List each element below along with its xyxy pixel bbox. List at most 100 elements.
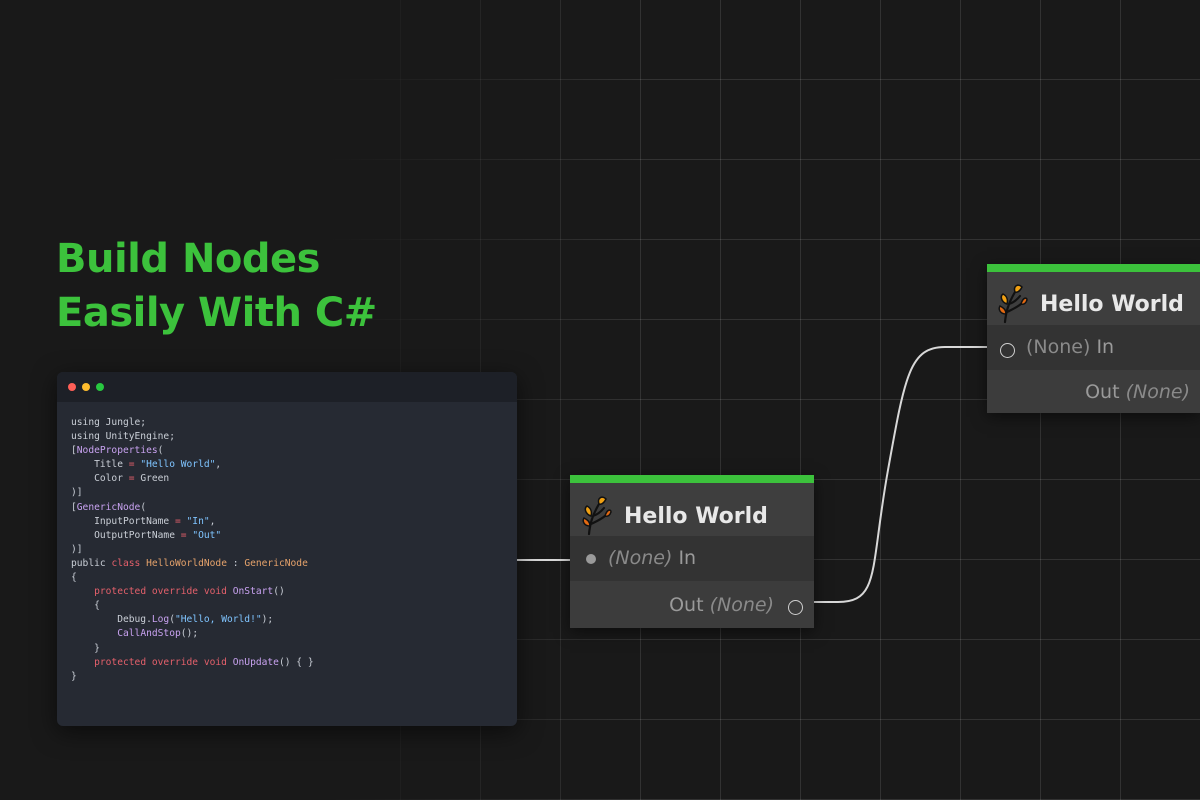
code-token: Color xyxy=(71,473,129,485)
hello-world-node-1[interactable]: Hello World (None) In Out (None) xyxy=(570,475,814,628)
code-token: () { } xyxy=(278,656,314,668)
code-line: } xyxy=(71,670,503,684)
code-line: [GenericNode( xyxy=(71,501,503,515)
code-token: )] xyxy=(71,487,83,499)
code-line: Color = Green xyxy=(71,472,503,486)
input-port-name: In xyxy=(678,547,697,569)
input-port-row[interactable]: (None) In xyxy=(570,536,814,581)
code-token: ); xyxy=(261,614,274,626)
code-token: public xyxy=(71,557,112,569)
code-token: , xyxy=(215,459,222,471)
node-title: Hello World xyxy=(1040,292,1184,317)
output-port-row[interactable]: Out (None) xyxy=(570,581,814,628)
code-line: using UnityEngine; xyxy=(71,430,503,444)
input-port-label: (None) In xyxy=(608,547,696,569)
code-token: ( xyxy=(157,445,164,457)
code-line: { xyxy=(71,599,503,613)
headline-line-2: Easily With C# xyxy=(56,290,377,336)
input-port-type: (None) xyxy=(1026,336,1091,358)
code-token: protected override void xyxy=(94,586,227,598)
code-line: )] xyxy=(71,543,503,557)
open-port-icon[interactable] xyxy=(1000,343,1015,358)
code-line: Title = "Hello World", xyxy=(71,458,503,472)
code-token: OutputPortName xyxy=(71,529,181,541)
code-line: InputPortName = "In", xyxy=(71,515,503,529)
code-line: )] xyxy=(71,486,503,500)
node-header[interactable]: Hello World xyxy=(570,483,814,536)
output-port-type: (None) xyxy=(1125,381,1190,403)
code-token: CallAndStop xyxy=(117,628,181,640)
hello-world-node-2[interactable]: Hello World (None) In Out (None) xyxy=(987,264,1200,413)
output-port-row[interactable]: Out (None) xyxy=(987,370,1200,413)
maximize-window-dot-icon[interactable] xyxy=(96,383,104,391)
code-block: using Jungle; using UnityEngine; [NodeProp… xyxy=(57,402,517,698)
code-token: )] xyxy=(71,543,83,555)
code-token: HelloWorldNode xyxy=(146,557,227,569)
code-token: using Jungle; xyxy=(71,417,147,428)
code-line: using Jungle; xyxy=(71,416,503,430)
code-token: } xyxy=(71,642,100,654)
close-window-dot-icon[interactable] xyxy=(68,383,76,391)
code-token: { xyxy=(71,600,100,612)
code-line: CallAndStop(); xyxy=(71,627,503,641)
code-token: Debug. xyxy=(71,614,152,626)
code-line: } xyxy=(71,642,503,656)
leaf-icon xyxy=(998,284,1028,324)
code-line: public class HelloWorldNode : GenericNod… xyxy=(71,557,503,571)
code-token: GenericNode xyxy=(244,557,308,569)
open-port-icon[interactable] xyxy=(788,600,803,615)
code-token: OnUpdate xyxy=(232,656,279,668)
code-token: Log xyxy=(151,614,170,626)
code-line: { xyxy=(71,571,503,585)
node-title: Hello World xyxy=(624,504,768,529)
node-to-node-wire xyxy=(804,346,990,603)
code-token: "In" xyxy=(186,515,210,527)
input-port-label: (None) In xyxy=(1026,336,1114,358)
headline: Build Nodes Easily With C# xyxy=(56,232,377,340)
code-editor-window: using Jungle; using UnityEngine; [NodeProp… xyxy=(57,372,517,726)
code-token: ( xyxy=(140,501,147,513)
code-token: using UnityEngine; xyxy=(71,431,175,443)
code-token: OnStart xyxy=(232,586,274,598)
code-token: InputPortName xyxy=(71,515,175,527)
code-token: (); xyxy=(180,628,199,640)
code-token: GenericNode xyxy=(76,501,141,513)
code-line: protected override void OnUpdate() { } xyxy=(71,656,503,670)
code-token: protected override void xyxy=(94,656,227,668)
minimize-window-dot-icon[interactable] xyxy=(82,383,90,391)
output-port-label: Out (None) xyxy=(1085,381,1190,403)
input-port-type: (None) xyxy=(608,547,673,569)
code-token: Title xyxy=(71,459,129,471)
code-token: class xyxy=(111,557,141,569)
code-token: NodeProperties xyxy=(76,445,158,457)
output-port-type: (None) xyxy=(709,594,774,616)
node-color-bar xyxy=(570,475,814,483)
code-token: "Hello, World!" xyxy=(174,614,262,626)
code-token: Green xyxy=(134,473,170,485)
output-port-label: Out (None) xyxy=(669,594,774,616)
code-token: , xyxy=(209,515,216,527)
code-token: : xyxy=(226,557,245,569)
code-line: Debug.Log("Hello, World!"); xyxy=(71,613,503,627)
input-port-name: In xyxy=(1096,336,1115,358)
leaf-icon xyxy=(582,496,612,536)
code-token: } xyxy=(71,670,77,682)
code-token: "Hello World" xyxy=(140,459,216,471)
input-port-row[interactable]: (None) In xyxy=(987,325,1200,370)
headline-line-1: Build Nodes xyxy=(56,236,320,282)
code-token: { xyxy=(71,572,77,584)
node-color-bar xyxy=(987,264,1200,272)
code-line: OutputPortName = "Out" xyxy=(71,529,503,543)
output-port-name: Out xyxy=(1085,381,1120,403)
filled-port-icon[interactable] xyxy=(586,554,596,564)
node-header[interactable]: Hello World xyxy=(987,272,1200,325)
output-port-name: Out xyxy=(669,594,704,616)
code-line: [NodeProperties( xyxy=(71,444,503,458)
window-titlebar xyxy=(57,372,517,402)
code-token: "Out" xyxy=(192,529,222,541)
code-line: protected override void OnStart() xyxy=(71,585,503,599)
code-token: () xyxy=(273,586,285,598)
